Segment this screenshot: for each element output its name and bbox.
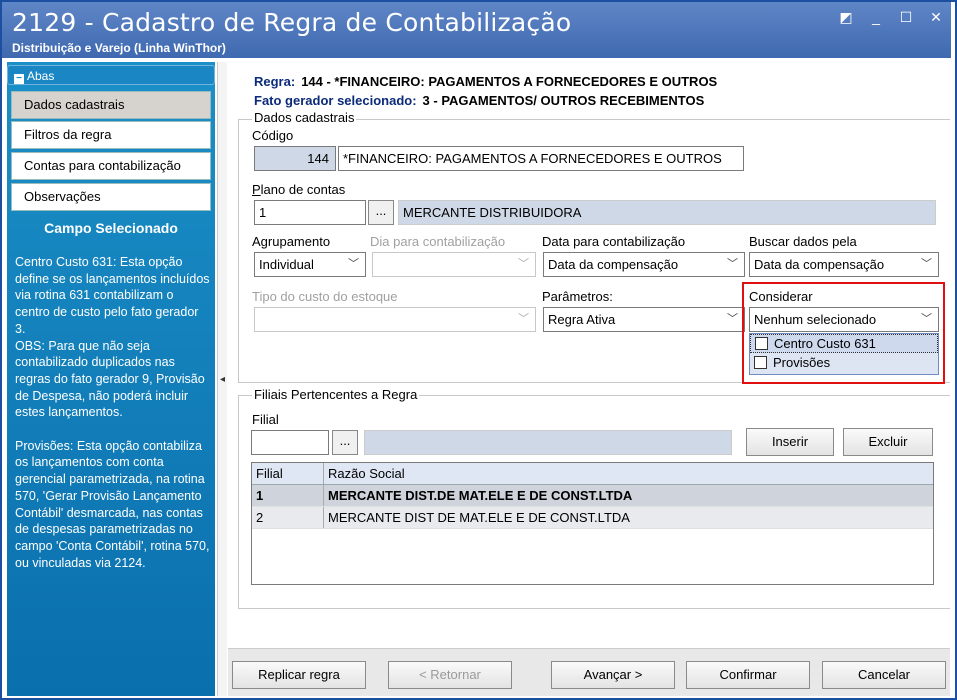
abas-header[interactable]: − Abas <box>7 65 215 85</box>
regra-label: Regra: <box>254 74 296 89</box>
considerar-label: Considerar <box>749 289 813 304</box>
buscar-label: Buscar dados pela <box>749 234 857 249</box>
agrupamento-select[interactable]: Individual ﹀ <box>254 252 366 277</box>
chevron-down-icon: ﹀ <box>921 313 932 325</box>
checkbox-icon[interactable] <box>755 337 768 350</box>
parametros-label: Parâmetros: <box>542 289 613 304</box>
table-header: Filial Razão Social <box>252 463 933 485</box>
fato-label: Fato gerador selecionado: <box>254 93 417 108</box>
chevron-down-icon: ﹀ <box>348 258 359 270</box>
campo-selecionado-text: Centro Custo 631: Esta opção define se o… <box>15 255 210 570</box>
considerar-dropdown: Centro Custo 631 Provisões <box>749 333 939 375</box>
sidebar-item-filtros[interactable]: Filtros da regra <box>11 121 211 149</box>
dia-select: ﹀ <box>372 252 536 277</box>
collapse-left-icon[interactable]: ◂ <box>220 374 225 385</box>
table-row[interactable]: 1 MERCANTE DIST.DE MAT.ELE E DE CONST.LT… <box>252 485 933 507</box>
tipo-custo-select: ﹀ <box>254 307 536 332</box>
window-title: 2129 - Cadastro de Regra de Contabilizaç… <box>12 8 572 37</box>
dia-label: Dia para contabilização <box>370 234 506 249</box>
table-row[interactable]: 2 MERCANTE DIST DE MAT.ELE E DE CONST.LT… <box>252 507 933 529</box>
sidebar: − Abas Dados cadastrais Filtros da regra … <box>7 62 215 696</box>
retornar-button: < Retornar <box>388 661 512 689</box>
chevron-down-icon: ﹀ <box>921 258 932 270</box>
replicar-button[interactable]: Replicar regra <box>232 661 366 689</box>
cell-filial: 2 <box>252 507 324 528</box>
dados-cadastrais-label: Dados cadastrais <box>252 110 357 125</box>
checkbox-icon[interactable] <box>754 356 767 369</box>
cancelar-button[interactable]: Cancelar <box>822 661 946 689</box>
close-icon[interactable]: ✕ <box>925 8 947 26</box>
maximize-icon[interactable]: ☐ <box>895 8 917 26</box>
excluir-button[interactable]: Excluir <box>843 428 933 456</box>
tipo-custo-label: Tipo do custo do estoque <box>252 289 398 304</box>
codigo-label: Código <box>252 128 294 143</box>
data-contab-select[interactable]: Data da compensação ﹀ <box>543 252 745 277</box>
considerar-select[interactable]: Nenhum selecionado ﹀ <box>749 307 939 332</box>
parametros-select[interactable]: Regra Ativa ﹀ <box>543 307 745 332</box>
chevron-down-icon: ﹀ <box>727 313 738 325</box>
fato-value: 3 - PAGAMENTOS/ OUTROS RECEBIMENTOS <box>422 93 705 108</box>
plano-search-button[interactable]: ... <box>368 200 394 225</box>
plano-label: Plano de contas <box>252 182 346 197</box>
restore-icon[interactable]: ◩ <box>835 8 857 26</box>
sidebar-item-dados-cadastrais[interactable]: Dados cadastrais <box>11 91 211 119</box>
buscar-select[interactable]: Data da compensação ﹀ <box>749 252 939 277</box>
title-bar: 2129 - Cadastro de Regra de Contabilizaç… <box>2 2 951 58</box>
plano-field[interactable]: 1 <box>254 200 366 225</box>
filial-label: Filial <box>252 412 279 427</box>
cell-filial: 1 <box>252 485 324 506</box>
main-panel: Regra: 144 - *FINANCEIRO: PAGAMENTOS A FO… <box>228 62 950 696</box>
cell-razao: MERCANTE DIST.DE MAT.ELE E DE CONST.LTDA <box>328 488 633 503</box>
confirmar-button[interactable]: Confirmar <box>686 661 810 689</box>
campo-selecionado-title: Campo Selecionado <box>44 220 178 236</box>
column-header-filial[interactable]: Filial <box>252 463 324 484</box>
abas-label: Abas <box>27 69 55 83</box>
minimize-icon[interactable]: _ <box>865 8 887 26</box>
regra-value: 144 - *FINANCEIRO: PAGAMENTOS A FORNECED… <box>301 74 718 89</box>
splitter[interactable]: ◂ <box>217 62 227 696</box>
codigo-field[interactable]: 144 <box>254 146 336 171</box>
filial-field[interactable] <box>251 430 329 455</box>
filial-desc-field <box>364 430 732 455</box>
agrupamento-label: Agrupamento <box>252 234 331 249</box>
window-subtitle: Distribuição e Varejo (Linha WinThor) <box>12 41 226 55</box>
chevron-down-icon: ﹀ <box>727 258 738 270</box>
chevron-down-icon: ﹀ <box>518 313 529 325</box>
option-centro-custo-631[interactable]: Centro Custo 631 <box>750 334 938 353</box>
data-contab-label: Data para contabilização <box>542 234 686 249</box>
sidebar-item-contas[interactable]: Contas para contabilização <box>11 152 211 180</box>
column-header-razao[interactable]: Razão Social <box>324 463 933 484</box>
inserir-button[interactable]: Inserir <box>746 428 834 456</box>
filiais-table: Filial Razão Social 1 MERCANTE DIST.DE M… <box>251 462 934 585</box>
footer-bar: Replicar regra < Retornar Avançar > Conf… <box>228 648 950 696</box>
collapse-icon[interactable]: − <box>14 74 24 84</box>
chevron-down-icon: ﹀ <box>518 258 529 270</box>
filial-search-button[interactable]: ... <box>332 430 358 455</box>
cell-razao: MERCANTE DIST DE MAT.ELE E DE CONST.LTDA <box>328 510 630 525</box>
descricao-field[interactable]: *FINANCEIRO: PAGAMENTOS A FORNECEDORES E… <box>338 146 744 171</box>
filiais-label: Filiais Pertencentes a Regra <box>252 387 420 402</box>
sidebar-item-observacoes[interactable]: Observações <box>11 183 211 211</box>
avancar-button[interactable]: Avançar > <box>551 661 675 689</box>
rule-header: Regra: 144 - *FINANCEIRO: PAGAMENTOS A FO… <box>254 72 717 110</box>
option-provisoes[interactable]: Provisões <box>750 353 938 372</box>
plano-desc-field: MERCANTE DISTRIBUIDORA <box>398 200 936 225</box>
